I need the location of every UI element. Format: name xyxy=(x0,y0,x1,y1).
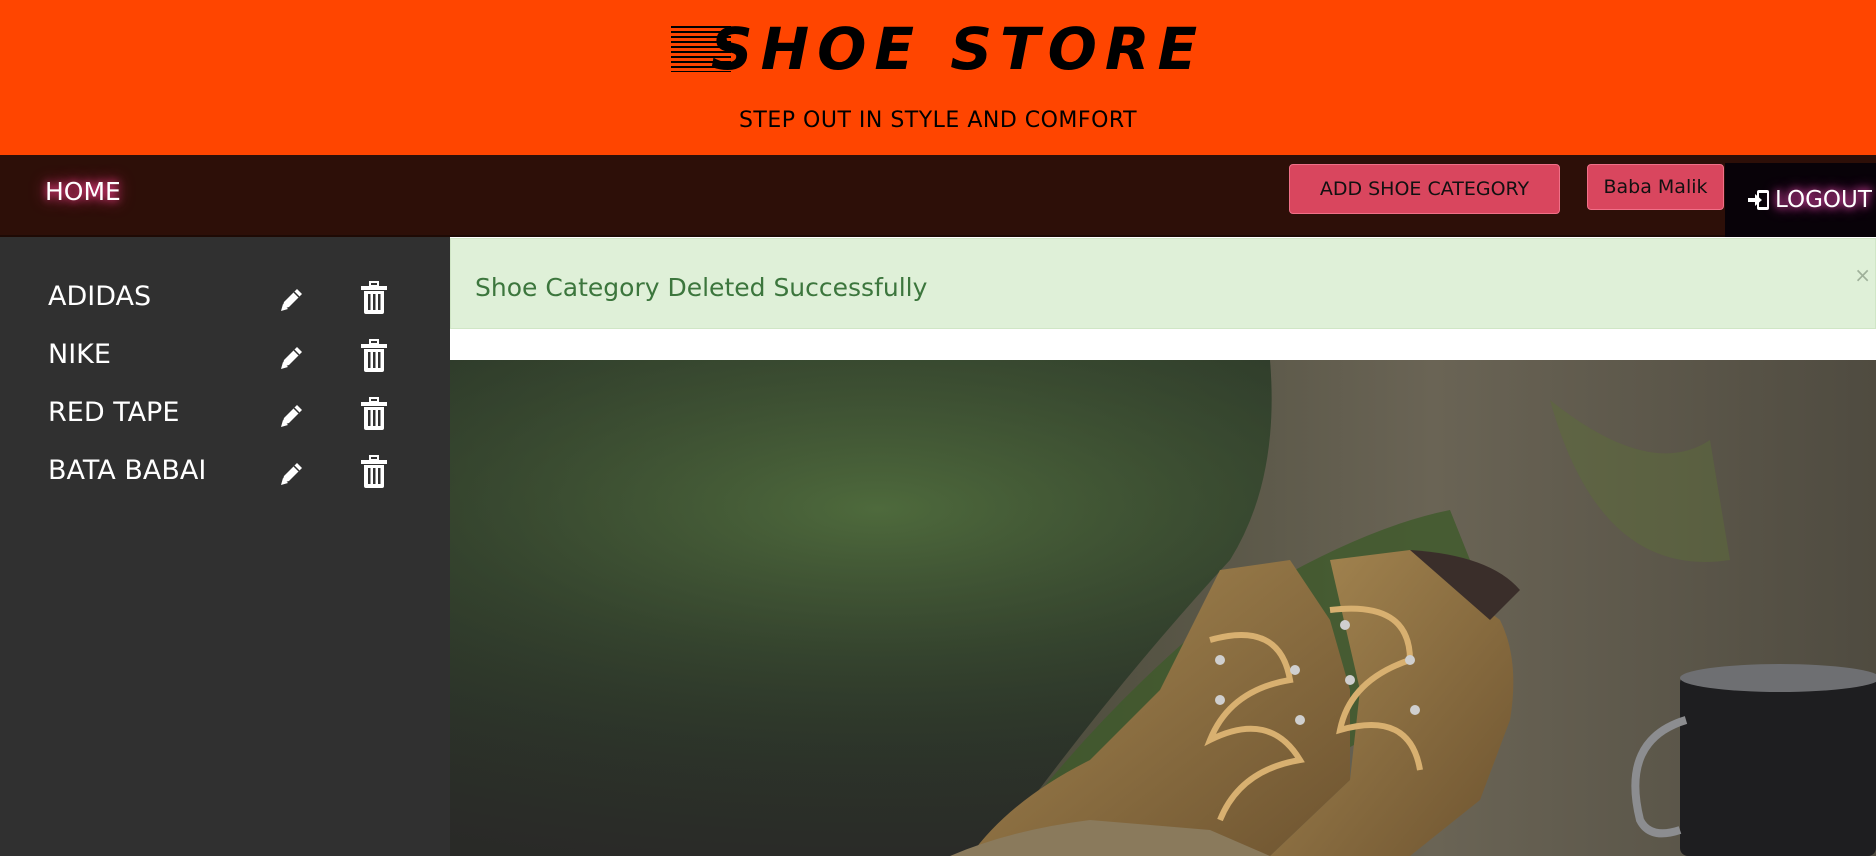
success-alert: Shoe Category Deleted Successfully × xyxy=(450,238,1876,329)
pencil-icon[interactable] xyxy=(276,457,308,489)
category-item: NIKE xyxy=(48,335,408,379)
pencil-icon[interactable] xyxy=(276,283,308,315)
category-label[interactable]: RED TAPE xyxy=(48,397,179,428)
alert-close-button[interactable]: × xyxy=(1854,263,1871,287)
category-sidebar: ADIDAS NIKE RED TAPE BATA BABAI xyxy=(0,237,450,856)
tagline: STEP OUT IN STYLE AND COMFORT xyxy=(738,108,1138,133)
category-label[interactable]: BATA BABAI xyxy=(48,455,206,486)
logo-speed-lines xyxy=(670,26,731,72)
trash-icon[interactable] xyxy=(358,397,390,431)
alert-message: Shoe Category Deleted Successfully xyxy=(475,273,928,302)
login-icon xyxy=(1748,190,1769,210)
pencil-icon[interactable] xyxy=(276,341,308,373)
trash-icon[interactable] xyxy=(358,455,390,489)
category-item: RED TAPE xyxy=(48,393,408,437)
boots-photo xyxy=(450,360,1876,856)
logo: SHOE STORE xyxy=(0,14,1876,84)
category-item: BATA BABAI xyxy=(48,451,408,495)
logout-label: LOGOUT xyxy=(1775,187,1872,213)
category-item: ADIDAS xyxy=(48,277,408,321)
site-header: SHOE STORE STEP OUT IN STYLE AND COMFORT xyxy=(0,0,1876,155)
content-spacer xyxy=(450,329,1876,360)
pencil-icon[interactable] xyxy=(276,399,308,431)
category-label[interactable]: ADIDAS xyxy=(48,281,151,312)
trash-icon[interactable] xyxy=(358,339,390,373)
user-button[interactable]: Baba Malik xyxy=(1587,164,1724,210)
logout-button[interactable]: LOGOUT xyxy=(1725,163,1876,237)
add-shoe-category-button[interactable]: ADD SHOE CATEGORY xyxy=(1289,164,1560,214)
trash-icon[interactable] xyxy=(358,281,390,315)
nav-home-link[interactable]: HOME xyxy=(45,177,121,206)
hero-image xyxy=(450,360,1876,856)
logo-text: SHOE STORE xyxy=(710,15,1206,83)
category-label[interactable]: NIKE xyxy=(48,339,111,370)
